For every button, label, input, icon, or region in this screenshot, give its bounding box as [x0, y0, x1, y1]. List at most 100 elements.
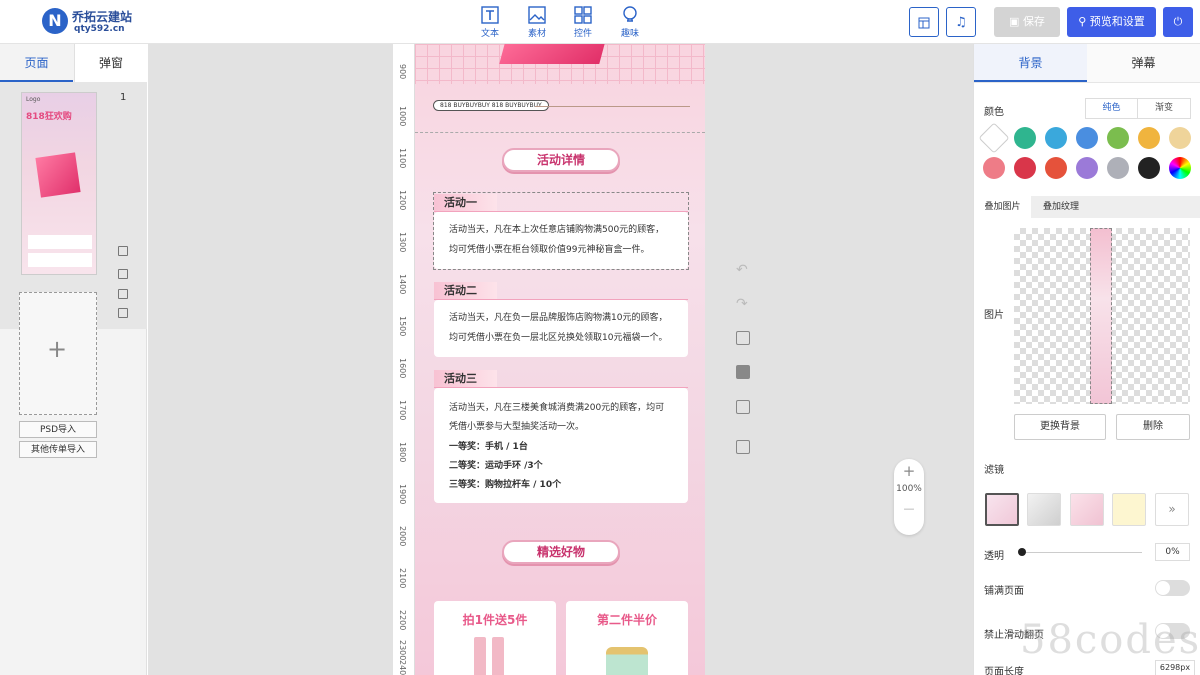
widget-icon — [574, 6, 592, 24]
color-swatch[interactable] — [983, 157, 1005, 179]
activity-card-1[interactable]: 活动当天，凡在本上次任意店铺购物满500元的顾客， 均可凭借小票在柜台领取价值9… — [434, 212, 688, 269]
color-swatch[interactable] — [1076, 157, 1098, 179]
plus-icon: + — [47, 335, 68, 363]
color-swatch[interactable] — [1014, 157, 1036, 179]
other-import-button[interactable]: 其他传单导入 — [19, 441, 97, 458]
bg-image-strip[interactable] — [1090, 228, 1112, 404]
section-title-products[interactable]: 精选好物 — [502, 540, 620, 564]
opacity-slider-handle[interactable] — [1018, 548, 1026, 556]
activity-tag-3[interactable]: 活动三 — [434, 370, 497, 388]
color-swatch[interactable] — [1045, 127, 1067, 149]
redo-icon[interactable]: ↷ — [736, 296, 748, 312]
add-page-box[interactable]: + — [19, 292, 97, 415]
activity-card-3[interactable]: 活动当天，凡在三楼美食城消费满200元的顾客，均可 凭借小票参与大型抽奖活动一次… — [434, 388, 688, 503]
color-swatch[interactable] — [1138, 157, 1160, 179]
template-icon[interactable] — [118, 269, 128, 279]
tool-image[interactable]: 素材 — [519, 6, 555, 39]
layout-button[interactable] — [909, 7, 939, 37]
delete-background-button[interactable]: 删除 — [1116, 414, 1190, 440]
zoom-out-button[interactable]: — — [894, 502, 924, 515]
activity-3-line-1: 活动当天，凡在三楼美食城消费满200元的顾客，均可 — [449, 403, 665, 413]
tab-divider — [974, 82, 1200, 83]
page-thumbnail[interactable]: Logo 818狂欢购 — [21, 92, 97, 275]
color-swatch[interactable] — [1014, 127, 1036, 149]
psd-import-button[interactable]: PSD导入 — [19, 421, 97, 438]
color-mode-solid[interactable]: 纯色 — [1085, 98, 1138, 119]
tool-text-label: 文本 — [480, 29, 499, 39]
page-length-label: 页面长度 — [984, 667, 1024, 675]
preview-settings-button[interactable]: ⚲ 预览和设置 — [1067, 7, 1156, 37]
ruler-tick: 1400 — [398, 274, 407, 295]
color-swatch[interactable] — [1169, 157, 1191, 179]
prize-2: 二等奖：运动手环 /3个 — [449, 461, 543, 471]
product-card-2[interactable]: 第二件半价 — [566, 601, 688, 675]
tab-overlay-texture[interactable]: 叠加纹理 — [1031, 196, 1091, 218]
card-underline — [434, 299, 688, 300]
tab-danmaku[interactable]: 弹幕 — [1087, 44, 1200, 82]
replace-background-button[interactable]: 更换背景 — [1014, 414, 1106, 440]
tab-background[interactable]: 背景 — [974, 44, 1087, 82]
image-label: 图片 — [984, 310, 1004, 321]
vertical-ruler: 900 1000 1100 1200 1300 1400 1500 1600 1… — [393, 44, 415, 675]
filter-option-2[interactable] — [1027, 493, 1061, 526]
download-icon[interactable] — [736, 440, 750, 454]
filter-option-1[interactable] — [985, 493, 1019, 526]
tool-text[interactable]: 文本 — [472, 6, 508, 39]
product-title-2: 第二件半价 — [596, 613, 657, 627]
brand-logo-icon[interactable]: N — [42, 8, 68, 34]
filter-more-button[interactable]: » — [1155, 493, 1189, 526]
tool-fun[interactable]: 趣味 — [612, 6, 648, 39]
color-swatch[interactable] — [1107, 127, 1129, 149]
background-image-preview[interactable] — [1014, 228, 1190, 404]
play-icon[interactable] — [736, 331, 750, 345]
opacity-slider-track[interactable] — [1022, 552, 1142, 553]
add-page-icon[interactable] — [118, 246, 128, 256]
delete-icon[interactable] — [118, 308, 128, 318]
top-bar: N 乔拓云建站 qty592.cn 文本 素材 控件 趣味 ♫ ▣ 保存 ⚲ 预… — [0, 0, 1200, 44]
activity-tag-2[interactable]: 活动二 — [434, 282, 497, 300]
opacity-label: 透明 — [984, 551, 1004, 562]
layout-icon — [918, 17, 930, 29]
thumb-gift-image — [35, 152, 81, 198]
activity-tag-1[interactable]: 活动一 — [434, 194, 497, 212]
tab-popups[interactable]: 弹窗 — [74, 44, 147, 82]
zoom-in-button[interactable]: + — [894, 462, 924, 480]
save-icon: ▣ — [1009, 15, 1023, 28]
layers-icon[interactable] — [736, 365, 750, 379]
zoom-level: 100% — [896, 484, 922, 494]
section-title-details[interactable]: 活动详情 — [502, 148, 620, 172]
color-label: 颜色 — [984, 107, 1004, 118]
color-swatch[interactable] — [1076, 127, 1098, 149]
prize-3: 三等奖：购物拉杆车 / 10个 — [449, 480, 562, 490]
opacity-value[interactable]: 0% — [1155, 543, 1190, 561]
power-button[interactable]: ⏻ — [1163, 7, 1193, 37]
ruler-tick: 1300 — [398, 232, 407, 253]
tab-pages[interactable]: 页面 — [0, 44, 73, 82]
design-page[interactable]: 818 BUYBUYBUY 818 BUYBUYBUY 活动详情 活动当天，凡在… — [415, 44, 705, 675]
grid-layout-icon[interactable] — [736, 400, 750, 414]
filter-option-4[interactable] — [1112, 493, 1146, 526]
color-swatch[interactable] — [1169, 127, 1191, 149]
color-swatch[interactable] — [1107, 157, 1129, 179]
tab-overlay-image[interactable]: 叠加图片 — [974, 196, 1031, 218]
tool-widget[interactable]: 控件 — [565, 6, 601, 39]
color-swatch[interactable] — [978, 122, 1010, 154]
color-swatch[interactable] — [1138, 127, 1160, 149]
activity-card-2[interactable]: 活动当天，凡在负一层品牌服饰店购物满10元的顾客， 均可凭借小票在负一层北区兑换… — [434, 300, 688, 357]
undo-icon[interactable]: ↶ — [736, 262, 748, 278]
filter-option-3[interactable] — [1070, 493, 1104, 526]
zoom-control: + 100% — — [894, 459, 924, 535]
tile-page-toggle[interactable] — [1155, 580, 1190, 596]
thumb-logo: Logo — [26, 96, 41, 103]
product-card-1[interactable]: 拍1件送5件 — [434, 601, 556, 675]
music-button[interactable]: ♫ — [946, 7, 976, 37]
copy-icon[interactable] — [118, 289, 128, 299]
color-mode-gradient[interactable]: 渐变 — [1138, 98, 1191, 119]
product-title-1: 拍1件送5件 — [462, 613, 528, 627]
thumb-headline: 818狂欢购 — [26, 112, 72, 122]
thumb-card — [28, 253, 92, 267]
ruler-tick: 1200 — [398, 190, 407, 211]
tool-image-label: 素材 — [527, 29, 546, 39]
save-button[interactable]: ▣ 保存 — [994, 7, 1060, 37]
color-swatch[interactable] — [1045, 157, 1067, 179]
